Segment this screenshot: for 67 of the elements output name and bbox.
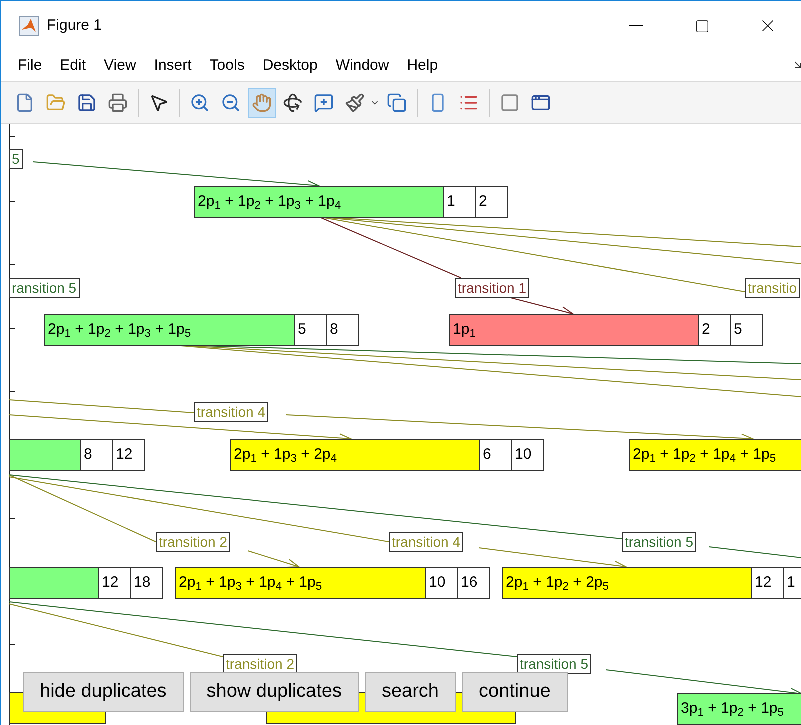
state-node: 2p$_{1}$ + 1p$_{2}$ + 1p$_{3}$ + 1p$_{4}$ xyxy=(194,186,444,218)
state-node: 3p$_{1}$ + 1p$_{2}$ + 1p$_{5}$ xyxy=(677,693,801,725)
new-file-icon xyxy=(15,92,35,112)
count-cell: 2 xyxy=(476,186,508,218)
folder-icon xyxy=(46,92,66,112)
data-tip-icon xyxy=(314,92,334,112)
state-node: 2p$_{1}$ + 1p$_{2}$ + 1p$_{3}$ + 1p$_{5}$ xyxy=(44,314,295,346)
count-cell: 12 xyxy=(99,567,131,599)
transition-label: ransition 5 xyxy=(9,278,80,298)
brush-icon xyxy=(345,92,365,112)
square-icon xyxy=(500,92,520,112)
action-button[interactable]: show duplicates xyxy=(190,672,359,712)
count-cell: 12 xyxy=(752,567,784,599)
count-cell: 8 xyxy=(81,439,113,471)
action-button[interactable]: hide duplicates xyxy=(23,672,184,712)
state-node: 2p$_{1}$ + 1p$_{3}$ + 1p$_{4}$ + 1p$_{5}$ xyxy=(175,567,426,599)
action-button[interactable]: continue xyxy=(462,672,568,712)
count-cell: 8 xyxy=(327,314,359,346)
count-cell: 10 xyxy=(426,567,458,599)
menu-item[interactable]: Help xyxy=(398,54,448,78)
arrow xyxy=(510,298,574,316)
count-cell: 18 xyxy=(131,567,163,599)
window-icon xyxy=(531,92,551,112)
window-title: Figure 1 xyxy=(47,16,102,36)
menu-item[interactable]: Window xyxy=(326,54,398,78)
menu-item[interactable]: Insert xyxy=(145,54,201,78)
count-cell: 16 xyxy=(458,567,490,599)
transition-label: transitio xyxy=(745,278,800,298)
count-cell: 1 xyxy=(444,186,476,218)
zoom-in-icon xyxy=(190,92,210,112)
transition-label: transition 5 xyxy=(622,532,696,552)
menu-item[interactable]: View xyxy=(95,54,146,78)
printer-icon xyxy=(108,92,128,112)
maximize-icon xyxy=(694,18,710,34)
count-cell: 2 xyxy=(699,314,731,346)
zoom-out-icon xyxy=(221,92,241,112)
rotate-icon xyxy=(283,92,303,112)
state-node: 2p$_{1}$ + 1p$_{2}$ + 1p$_{4}$ + 1p$_{5}$ xyxy=(629,439,801,471)
save-icon xyxy=(77,92,97,112)
arrow xyxy=(248,550,300,568)
minimize-icon xyxy=(629,25,643,27)
copy-icon xyxy=(387,92,407,112)
count-cell: 5 xyxy=(731,314,763,346)
hand-icon xyxy=(252,92,272,112)
transition-label: transition 1 xyxy=(455,278,530,298)
menu-item[interactable]: Tools xyxy=(200,54,254,78)
count-cell: 1 xyxy=(784,567,801,599)
dock-arrow-icon[interactable] xyxy=(795,61,801,69)
transition-label: transition 5 xyxy=(517,654,592,674)
transition-label: transition 2 xyxy=(223,654,298,674)
transition-label: transition 4 xyxy=(194,402,268,422)
pointer-icon xyxy=(149,92,169,112)
menu-item[interactable]: Edit xyxy=(51,54,96,78)
state-node: 2p$_{1}$ + 1p$_{3}$ + 2p$_{4}$ xyxy=(230,439,480,471)
menu-item[interactable]: Desktop xyxy=(254,54,327,78)
transition-label: 5 xyxy=(9,149,23,169)
count-cell: 10 xyxy=(512,439,544,471)
count-cell: 6 xyxy=(480,439,512,471)
state-node: 1p$_{1}$ xyxy=(449,314,699,346)
app-logo-icon xyxy=(19,16,39,36)
count-cell: 12 xyxy=(113,439,145,471)
action-button[interactable]: search xyxy=(364,672,456,712)
count-cell: 5 xyxy=(295,314,327,346)
state-node: 2p$_{1}$ + 1p$_{2}$ + 2p$_{5}$ xyxy=(502,567,752,599)
transition-label: transition 4 xyxy=(389,532,464,552)
menu-item[interactable]: File xyxy=(9,54,52,78)
transition-label: transition 2 xyxy=(156,532,230,552)
